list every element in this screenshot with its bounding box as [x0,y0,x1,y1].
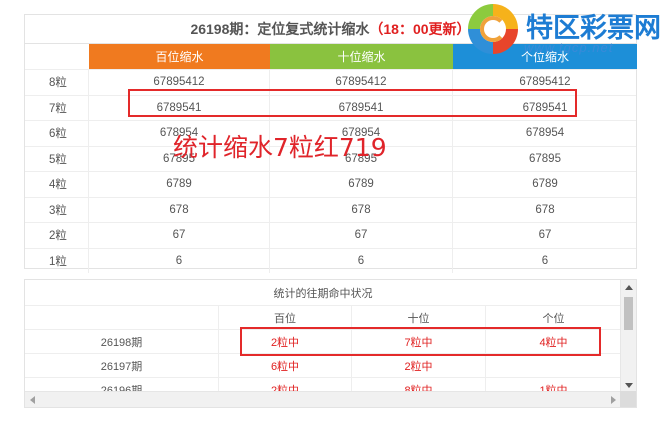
history-cell-hundreds: 6粒中 [219,354,352,377]
cell-units: 678 [535,203,555,216]
history-title: 统计的往期命中状况 [273,287,373,300]
horizontal-scrollbar[interactable] [25,391,621,407]
row-label: 2粒 [25,223,89,248]
scroll-down-arrow-icon[interactable] [625,383,633,388]
cell-tens: 6 [270,248,453,273]
table-row: 4粒 6789 6789 6789 [25,171,636,197]
row-label: 4粒 [25,172,89,197]
row-label: 8粒 [25,70,89,95]
cell-tens: 678 [270,197,453,222]
scroll-up-arrow-icon[interactable] [625,285,633,290]
row-label: 3粒 [25,197,89,222]
cell-units: 6789 [532,178,558,191]
logo-swirl-icon [480,16,506,42]
site-logo: 特区彩票网 www.tqcp.net [460,2,665,58]
history-header-units: 个位 [542,312,565,325]
history-header-tens: 十位 [352,306,486,329]
column-header-tens: 十位缩水 [270,44,453,69]
seven-row-highlight-box [128,89,577,117]
cell-units: 6 [541,254,549,267]
cell-hundreds: 6789 [89,172,270,197]
table-row: 3粒 678 678 678 [25,196,636,222]
scroll-left-arrow-icon[interactable] [30,396,35,404]
cell-units: 67895 [529,152,561,165]
scroll-thumb[interactable] [624,297,633,330]
latest-hit-highlight-box [240,327,601,356]
table-row: 1粒 6 6 6 [25,247,636,273]
history-period: 26197期 [25,354,219,377]
history-header-row: 百位 十位 个位 [25,305,621,329]
logo-url: www.tqcp.net [524,40,614,55]
cell-tens: 67 [270,223,453,248]
column-header-hundreds: 百位缩水 [89,44,270,69]
history-cell-units [486,354,621,377]
cell-units: 67 [538,229,552,242]
table-row: 26197期 6粒中 2粒中 [25,353,621,377]
scroll-right-arrow-icon[interactable] [611,396,616,404]
annotation-text: 统计缩水7粒红719 [173,133,387,162]
title-update-note: （18：00更新） [369,21,471,37]
cell-hundreds: 6 [89,248,270,273]
title-period: 26198期：定位复式统计缩水 [190,21,370,37]
row-label: 7粒 [25,95,89,120]
table-row: 2粒 67 67 67 [25,222,636,248]
row-label: 5粒 [25,146,89,171]
history-cell-tens: 2粒中 [352,354,486,377]
history-header-blank [25,306,219,329]
cell-hundreds: 678 [89,197,270,222]
history-period: 26198期 [25,330,219,353]
scrollbar-corner [620,391,636,407]
row-label: 6粒 [25,121,89,146]
vertical-scrollbar[interactable] [620,280,636,392]
row-label: 1粒 [25,248,89,273]
cell-units: 678954 [525,127,565,140]
cell-hundreds: 67 [89,223,270,248]
history-header-hundreds: 百位 [219,306,352,329]
cell-tens: 6789 [270,172,453,197]
